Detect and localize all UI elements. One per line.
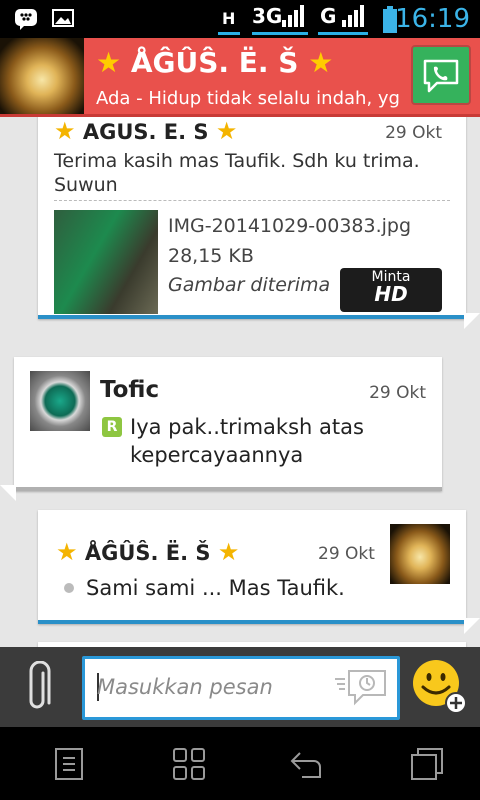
emoji-add-icon[interactable] xyxy=(410,657,470,717)
message-bubble[interactable]: ★ AGUS. E. S ★ 29 Okt Terima kasih mas T… xyxy=(38,117,480,329)
network-type-h: H xyxy=(222,9,236,28)
message-text: Terima kasih mas Taufik. Sdh ku trima. S… xyxy=(54,150,420,196)
message-date: 29 Okt xyxy=(369,383,426,403)
message-composer: Masukkan pesan xyxy=(0,647,480,727)
message-sender: ★ ÅĜÛŜ. Ë. Š ★ xyxy=(56,538,239,566)
contact-status: Ada - Hidup tidak selalu indah, yg xyxy=(96,88,400,109)
sender-name: ÅĜÛŜ. Ë. Š xyxy=(84,541,211,565)
clock: 16:19 xyxy=(395,4,470,34)
signal-strength-icon xyxy=(282,5,304,27)
attachment-size: 28,15 KB xyxy=(168,245,254,267)
message-sender: ★ AGUS. E. S ★ xyxy=(54,117,237,145)
star-icon: ★ xyxy=(217,538,240,566)
contact-avatar[interactable] xyxy=(0,38,84,114)
hd-label: HD xyxy=(374,282,408,306)
bbm-notification-icon xyxy=(15,9,37,30)
request-hd-button[interactable]: Minta HD xyxy=(340,268,442,312)
read-receipt-badge: R xyxy=(102,417,122,437)
message-text-line2: kepercayaannya xyxy=(130,443,304,467)
sender-avatar[interactable] xyxy=(30,371,90,431)
network-type-3g: 3G xyxy=(252,4,283,28)
attachment-filename: IMG-20141029-00383.jpg xyxy=(168,215,412,237)
signal-underline-3 xyxy=(318,32,368,35)
status-bar: H 3G G 16:19 xyxy=(0,0,480,38)
ping-icon[interactable] xyxy=(333,667,389,707)
star-icon: ★ xyxy=(215,117,238,145)
divider xyxy=(54,200,450,201)
message-bubble[interactable]: Tofic 29 Okt R Iya pak..trimaksh atas ke… xyxy=(0,357,442,501)
back-icon[interactable] xyxy=(288,747,324,781)
image-thumbnail[interactable] xyxy=(54,210,158,314)
message-sender: Tofic xyxy=(100,377,160,403)
message-date: 29 Okt xyxy=(318,544,375,564)
star-icon: ★ xyxy=(96,46,122,79)
message-input-placeholder: Masukkan pesan xyxy=(97,675,273,699)
contact-name[interactable]: ★ ÅĜÛŜ. Ë. Š ★ xyxy=(96,46,333,79)
attachment-paperclip-icon[interactable] xyxy=(26,661,56,715)
bubble-tail xyxy=(464,313,480,329)
attachment-status: Gambar diterima xyxy=(168,274,331,296)
recent-apps-icon[interactable] xyxy=(410,747,444,781)
chat-header: ★ ÅĜÛŜ. Ë. Š ★ Ada - Hidup tidak selalu … xyxy=(0,38,480,117)
signal-strength-icon-2 xyxy=(342,5,364,27)
sender-avatar[interactable] xyxy=(390,524,450,584)
gallery-notification-icon xyxy=(52,9,74,27)
phone-icon xyxy=(423,59,459,93)
message-status-dot xyxy=(64,583,74,593)
signal-underline-2 xyxy=(252,32,308,35)
network-type-g: G xyxy=(320,4,337,28)
home-apps-icon[interactable] xyxy=(172,747,206,781)
message-bubble[interactable]: ★ ÅĜÛŜ. Ë. Š ★ 29 Okt Sami sami ... Mas … xyxy=(38,510,480,634)
message-list[interactable]: ★ AGUS. E. S ★ 29 Okt Terima kasih mas T… xyxy=(0,117,480,647)
bubble-tail xyxy=(0,485,16,501)
message-input[interactable]: Masukkan pesan xyxy=(82,656,400,720)
signal-underline-1 xyxy=(218,32,240,35)
system-navigation-bar xyxy=(0,727,480,800)
message-date: 29 Okt xyxy=(385,123,442,143)
contact-name-text: ÅĜÛŜ. Ë. Š xyxy=(130,46,299,79)
sender-name: AGUS. E. S xyxy=(82,120,209,144)
voice-call-button[interactable] xyxy=(411,45,471,105)
menu-icon[interactable] xyxy=(54,747,84,781)
bubble-tail xyxy=(464,618,480,634)
message-text: Sami sami ... Mas Taufik. xyxy=(86,576,345,600)
star-icon: ★ xyxy=(56,538,78,566)
star-icon: ★ xyxy=(308,46,334,79)
star-icon: ★ xyxy=(54,117,76,145)
message-text-line1: Iya pak..trimaksh atas xyxy=(130,415,364,439)
